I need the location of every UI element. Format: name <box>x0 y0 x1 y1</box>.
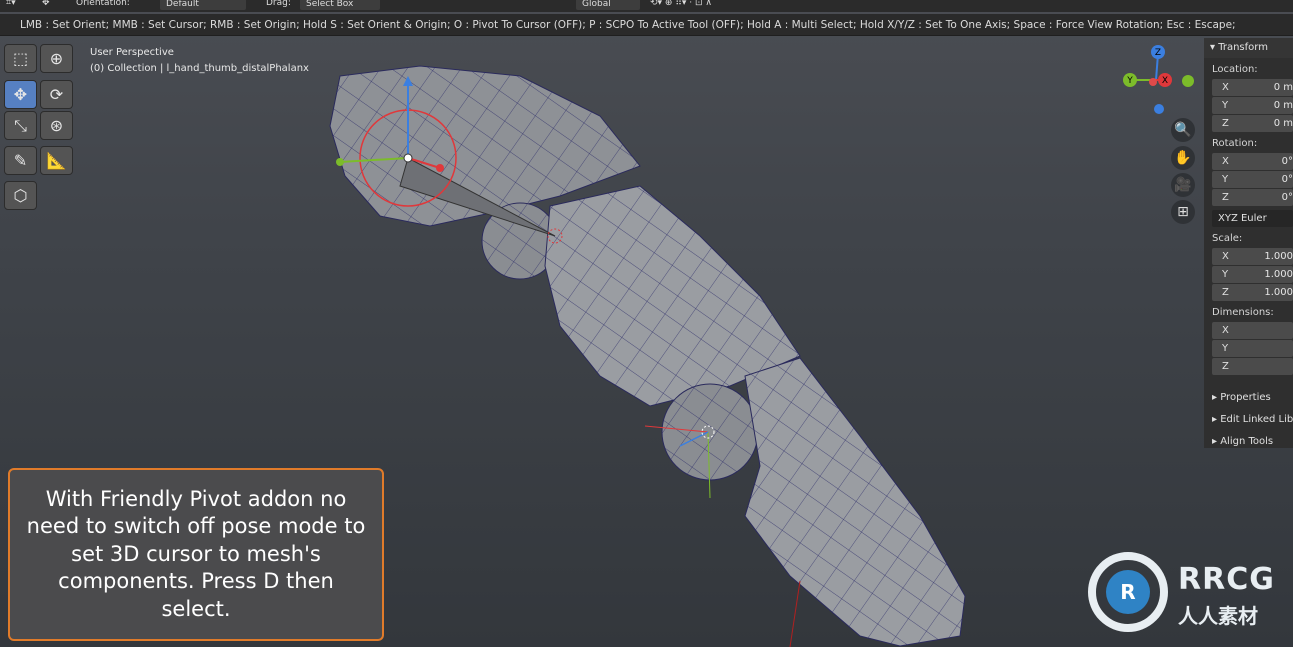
watermark-chinese: 人人素材 <box>1178 604 1258 628</box>
camera-icon[interactable]: 🎥 <box>1171 173 1195 197</box>
dimensions-y-field[interactable]: Y <box>1212 340 1293 357</box>
align-tools-panel-header[interactable]: ▸ Align Tools <box>1204 431 1293 452</box>
rotation-z-field[interactable]: Z 0° <box>1212 189 1293 206</box>
drag-label: Drag: <box>266 0 291 8</box>
transform-space-dropdown[interactable]: Global <box>576 0 640 10</box>
editor-type-icon[interactable]: ⌗▾ <box>6 0 16 8</box>
dimensions-z-field[interactable]: Z <box>1212 358 1293 375</box>
viewport-header: ⌗▾ ✥ Orientation: Default Drag: Select B… <box>0 0 1293 12</box>
navigation-gizmo[interactable]: Z Y X <box>1120 44 1200 116</box>
watermark-brand: RRCG <box>1178 562 1275 597</box>
rotation-x-field[interactable]: X 0° <box>1212 153 1293 170</box>
scale-z-field[interactable]: Z 1.000 <box>1212 284 1293 301</box>
dimensions-label: Dimensions: <box>1212 307 1274 318</box>
tutorial-caption: With Friendly Pivot addon no need to swi… <box>8 468 384 641</box>
scale-y-field[interactable]: Y 1.000 <box>1212 266 1293 283</box>
svg-text:Z: Z <box>1155 48 1161 58</box>
rotation-mode-dropdown[interactable]: XYZ Euler <box>1212 210 1293 227</box>
snap-icons[interactable]: ⟲▾ ⊕ ⠿▾ · ⊡ ∧ <box>650 0 712 8</box>
dimensions-x-field[interactable]: X <box>1212 322 1293 339</box>
location-y-field[interactable]: Y0 m <box>1212 97 1293 114</box>
rrcg-watermark: R RRCG 人人素材 <box>1088 548 1288 638</box>
transform-pivot-icon[interactable]: ✥ <box>42 0 50 8</box>
metacarpal <box>744 357 966 647</box>
properties-panel-header[interactable]: ▸ Properties <box>1204 387 1293 408</box>
sidebar-n-panel: ▾ Transform Location: X0 m Y0 m Z0 m Rot… <box>1204 38 1293 448</box>
orientation-dropdown[interactable]: Default <box>160 0 246 10</box>
zoom-icon[interactable]: 🔍 <box>1171 118 1195 142</box>
red-axis-line <box>789 580 801 647</box>
hand-pan-icon[interactable]: ✋ <box>1171 146 1195 170</box>
grid-perspective-icon[interactable]: ⊞ <box>1171 200 1195 224</box>
location-z-field[interactable]: Z0 m <box>1212 115 1293 132</box>
rotation-label: Rotation: <box>1212 138 1258 149</box>
location-x-field[interactable]: X0 m <box>1212 79 1293 96</box>
drag-dropdown[interactable]: Select Box <box>300 0 380 10</box>
svg-text:Y: Y <box>1126 76 1133 86</box>
edit-linked-panel-header[interactable]: ▸ Edit Linked Library <box>1204 409 1293 430</box>
rotation-y-field[interactable]: Y 0° <box>1212 171 1293 188</box>
rrcg-logo-icon: R <box>1088 552 1168 632</box>
scale-label: Scale: <box>1212 233 1243 244</box>
svg-text:R: R <box>1120 580 1135 604</box>
svg-text:X: X <box>1162 76 1168 86</box>
scale-x-field[interactable]: X 1.000 <box>1212 248 1293 265</box>
transform-panel-header[interactable]: ▾ Transform <box>1204 38 1293 58</box>
location-label: Location: <box>1212 64 1258 75</box>
friendly-pivot-hint-bar: LMB : Set Orient; MMB : Set Cursor; RMB … <box>0 14 1293 36</box>
orientation-label: Orientation: <box>76 0 130 8</box>
